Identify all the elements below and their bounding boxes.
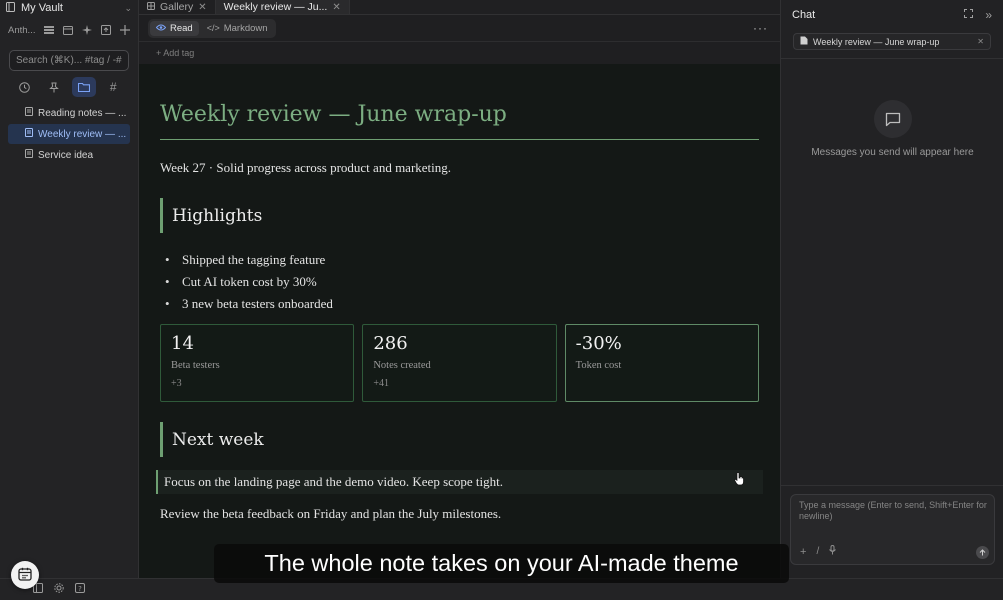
- import-icon[interactable]: [101, 25, 112, 36]
- search-input[interactable]: [16, 55, 122, 66]
- new-note-plus-icon[interactable]: [120, 25, 131, 36]
- markdown-mode-button[interactable]: </> Markdown: [201, 21, 274, 36]
- microphone-icon[interactable]: [829, 545, 837, 558]
- markdown-mode-label: Markdown: [223, 22, 268, 34]
- sidebar-view-tabs: #: [0, 71, 138, 97]
- vault-switcher[interactable]: My Vault ⌄: [0, 0, 138, 16]
- stat-label: Token cost: [575, 360, 622, 371]
- stat-card-notes-created: 286 Notes created +41: [362, 324, 557, 402]
- tag-hash-icon[interactable]: #: [101, 77, 125, 97]
- gallery-icon: [147, 1, 155, 13]
- close-icon[interactable]: ✕: [332, 2, 340, 13]
- context-chip[interactable]: Weekly review — June wrap-up ✕: [793, 33, 991, 50]
- stat-value: 14: [171, 333, 194, 354]
- document-icon: [25, 107, 33, 119]
- code-icon: </>: [206, 23, 220, 33]
- close-icon[interactable]: ✕: [977, 37, 984, 46]
- calendar-fab-button[interactable]: [11, 561, 39, 589]
- callout-block: Focus on the landing page and the demo v…: [156, 470, 763, 494]
- chat-divider: [781, 58, 1003, 59]
- list-item: 3 new beta testers onboarded: [160, 293, 333, 315]
- recent-clock-icon[interactable]: [13, 77, 37, 97]
- file-list: Reading notes — ... Weekly review — ... …: [0, 103, 138, 165]
- eye-icon: [155, 23, 167, 34]
- chat-composer: + /: [790, 494, 995, 565]
- stat-value: 286: [373, 333, 408, 354]
- context-chip-label: Weekly review — June wrap-up: [813, 36, 940, 47]
- file-item-weekly-review[interactable]: Weekly review — ...: [8, 124, 130, 144]
- stat-value: -30%: [575, 333, 622, 354]
- chat-title: Chat: [792, 9, 816, 21]
- stat-label: Notes created: [373, 360, 431, 371]
- file-item-reading-notes[interactable]: Reading notes — ...: [8, 103, 130, 123]
- search-box: [9, 50, 129, 71]
- note-title: Weekly review — June wrap-up: [160, 102, 507, 127]
- list-item: Shipped the tagging feature: [160, 249, 333, 271]
- tab-label: Weekly review — Ju...: [223, 1, 328, 13]
- view-mode-toggle: Read </> Markdown: [148, 18, 276, 38]
- stat-delta: +3: [171, 378, 182, 389]
- read-mode-label: Read: [170, 22, 193, 34]
- stat-delta: +41: [373, 378, 389, 389]
- mouse-pointer-icon: [734, 472, 744, 489]
- send-button[interactable]: [976, 546, 989, 559]
- chevron-down-icon: ⌄: [124, 2, 132, 13]
- file-item-label: Weekly review — ...: [38, 128, 127, 140]
- attach-plus-icon[interactable]: +: [800, 546, 806, 558]
- file-item-service-idea[interactable]: Service idea: [8, 145, 130, 165]
- settings-gear-icon[interactable]: [54, 583, 64, 596]
- add-tag-button[interactable]: + Add tag: [156, 48, 194, 58]
- chat-panel: Chat » Weekly review — June wrap-up ✕ Me…: [780, 0, 1003, 578]
- slash-command-icon[interactable]: /: [816, 546, 819, 557]
- stats-row: 14 Beta testers +3 286 Notes created +41…: [160, 324, 759, 402]
- calendar-icon: [18, 567, 32, 584]
- video-caption: The whole note takes on your AI-made the…: [214, 544, 789, 583]
- title-divider: [160, 139, 759, 140]
- stat-card-beta-testers: 14 Beta testers +3: [160, 324, 355, 402]
- stat-card-token-cost: -30% Token cost: [564, 324, 759, 402]
- expand-icon[interactable]: [964, 9, 974, 21]
- highlights-heading: Highlights: [160, 198, 262, 233]
- stat-label: Beta testers: [171, 360, 220, 371]
- list-item: Cut AI token cost by 30%: [160, 271, 333, 293]
- list-icon[interactable]: [44, 25, 55, 36]
- chat-empty-state: Messages you send will appear here: [811, 147, 974, 158]
- document-icon: [25, 149, 33, 161]
- sidebar-toolbar: Anth...: [0, 16, 138, 44]
- more-options-icon[interactable]: ···: [753, 21, 768, 35]
- tab-gallery[interactable]: Gallery ✕: [139, 0, 216, 14]
- view-mode-bar: Read </> Markdown ···: [139, 15, 780, 41]
- vault-name: My Vault: [21, 2, 63, 14]
- note-paragraph: Review the beta feedback on Friday and p…: [160, 506, 502, 521]
- pin-icon[interactable]: [42, 77, 66, 97]
- calendar-icon[interactable]: [63, 25, 74, 36]
- help-icon[interactable]: ?: [75, 583, 85, 596]
- collapse-panel-icon[interactable]: »: [985, 8, 992, 22]
- note-intro: Week 27 · Solid progress across product …: [160, 160, 452, 175]
- read-mode-button[interactable]: Read: [150, 20, 199, 36]
- document-icon: [25, 128, 33, 140]
- sparkle-icon[interactable]: [82, 25, 93, 36]
- tab-bar: Gallery ✕ Weekly review — Ju... ✕: [139, 0, 780, 15]
- highlights-list: Shipped the tagging feature Cut AI token…: [160, 249, 333, 315]
- file-item-label: Service idea: [38, 149, 94, 161]
- tag-bar: + Add tag: [139, 41, 780, 64]
- tab-label: Gallery: [160, 1, 194, 13]
- chat-header: Chat »: [781, 0, 1003, 30]
- next-week-heading: Next week: [160, 422, 264, 457]
- document-icon: [800, 36, 808, 47]
- svg-text:?: ?: [78, 585, 82, 593]
- tab-weekly-review[interactable]: Weekly review — Ju... ✕: [215, 0, 350, 14]
- close-icon[interactable]: ✕: [198, 2, 206, 13]
- chat-bubble-icon: [874, 100, 912, 138]
- file-item-label: Reading notes — ...: [38, 107, 127, 119]
- workspace-label[interactable]: Anth...: [8, 25, 35, 36]
- message-input[interactable]: [799, 500, 991, 534]
- vault-icon: [6, 1, 15, 15]
- sidebar: My Vault ⌄ Anth... Search (⌘K)... #tag /…: [0, 0, 139, 578]
- composer-divider: [781, 485, 1003, 486]
- folder-icon[interactable]: [71, 77, 96, 97]
- note-view: Weekly review — June wrap-up Week 27 · S…: [139, 64, 780, 578]
